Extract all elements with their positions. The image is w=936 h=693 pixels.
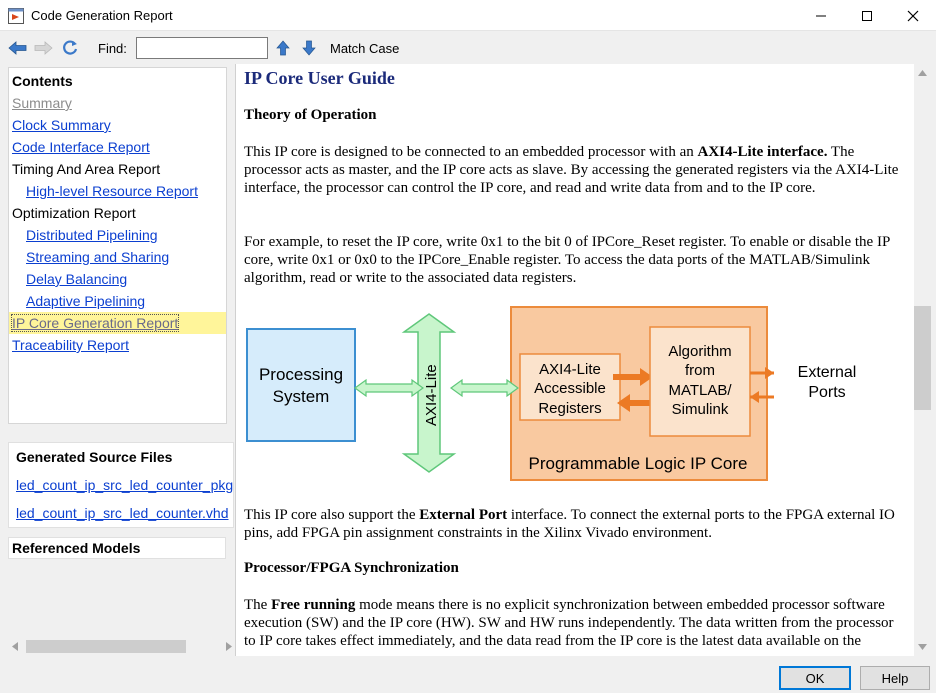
match-case-toggle[interactable]: Match Case — [330, 41, 399, 56]
vertical-scrollbar[interactable] — [914, 64, 931, 656]
close-button[interactable] — [890, 0, 936, 31]
nav-heading-timing-area: Timing And Area Report — [12, 161, 161, 177]
referenced-models-panel: Referenced Models — [8, 537, 226, 559]
external-ports-label: External Ports — [797, 364, 857, 401]
algorithm-label-2: from — [685, 362, 715, 379]
toolbar: Find: Match Case — [0, 32, 936, 64]
document-title: IP Core User Guide — [244, 68, 395, 88]
file-link-counter[interactable]: led_count_ip_src_led_counter.vhd — [16, 505, 229, 521]
sync-heading: Processor/FPGA Synchronization — [244, 560, 459, 576]
generated-files-title: Generated Source Files — [16, 449, 173, 465]
nav-item-summary[interactable]: Summary — [12, 95, 72, 111]
find-input[interactable] — [136, 37, 268, 59]
registers-label-3: Registers — [538, 400, 601, 417]
nav-heading-optimization: Optimization Report — [12, 205, 136, 221]
paragraph-example: For example, to reset the IP core, write… — [244, 234, 890, 286]
arrow-up-icon[interactable] — [273, 38, 293, 58]
algorithm-label-4: Simulink — [672, 401, 729, 418]
registers-label-1: AXI4-Lite — [539, 361, 601, 378]
nav-item-delay-balancing[interactable]: Delay Balancing — [26, 271, 127, 287]
nav-item-traceability-report[interactable]: Traceability Report — [12, 337, 129, 353]
algorithm-label-3: MATLAB/ — [668, 382, 732, 399]
ok-button[interactable]: OK — [779, 666, 851, 690]
nav-item-high-level-resource-report[interactable]: High-level Resource Report — [26, 183, 198, 199]
file-link-pkg[interactable]: led_count_ip_src_led_counter_pkg.vhd — [16, 477, 233, 493]
nav-item-adaptive-pipelining[interactable]: Adaptive Pipelining — [26, 293, 145, 309]
app-window-icon — [8, 8, 24, 24]
window-title: Code Generation Report — [31, 8, 173, 23]
nav-item-streaming-sharing[interactable]: Streaming and Sharing — [26, 249, 169, 265]
processing-system-label-1: Processing — [259, 365, 343, 384]
algorithm-label-1: Algorithm — [668, 343, 731, 360]
paragraph-theory: This IP core is designed to be connected… — [244, 144, 899, 196]
contents-panel: Contents Summary Clock Summary Code Inte… — [8, 67, 227, 424]
vertical-scrollbar-thumb[interactable] — [914, 306, 931, 410]
processing-system-label-2: System — [273, 387, 330, 406]
minimize-button[interactable] — [798, 0, 844, 31]
find-label: Find: — [98, 41, 127, 56]
nav-item-code-interface-report[interactable]: Code Interface Report — [12, 139, 150, 155]
arrow-down-icon[interactable] — [299, 38, 319, 58]
generated-files-panel: Generated Source Files led_count_ip_src_… — [8, 442, 234, 528]
paragraph-external-port: This IP core also support the External P… — [244, 507, 895, 541]
forward-arrow-icon[interactable] — [33, 38, 53, 58]
contents-title: Contents — [12, 73, 73, 89]
nav-item-clock-summary[interactable]: Clock Summary — [12, 117, 111, 133]
maximize-button[interactable] — [844, 0, 890, 31]
horizontal-scrollbar-thumb[interactable] — [26, 640, 186, 653]
refresh-icon[interactable] — [60, 38, 80, 58]
theory-heading: Theory of Operation — [244, 107, 377, 123]
horizontal-scrollbar[interactable] — [8, 638, 236, 655]
nav-item-ip-core-generation-report[interactable]: IP Core Generation Report — [10, 314, 180, 332]
processing-system-box — [246, 328, 356, 442]
help-button[interactable]: Help — [860, 666, 930, 690]
nav-item-distributed-pipelining[interactable]: Distributed Pipelining — [26, 227, 158, 243]
title-bar: Code Generation Report — [0, 0, 936, 31]
back-arrow-icon[interactable] — [8, 38, 28, 58]
axi-bus-label: AXI4-Lite — [423, 364, 440, 426]
document-panel: IP Core User Guide Theory of Operation T… — [236, 64, 914, 656]
ip-core-architecture-diagram: Processing System AXI4-Lite AXI4-Lite Ac… — [246, 306, 774, 481]
ip-core-label: Programmable Logic IP Core — [529, 454, 748, 473]
paragraph-free-running: The Free running mode means there is no … — [244, 597, 894, 649]
referenced-models-title: Referenced Models — [12, 540, 141, 556]
bus-to-registers-arrow — [449, 378, 520, 398]
ps-to-bus-arrow — [353, 378, 425, 398]
registers-label-2: Accessible — [534, 380, 606, 397]
